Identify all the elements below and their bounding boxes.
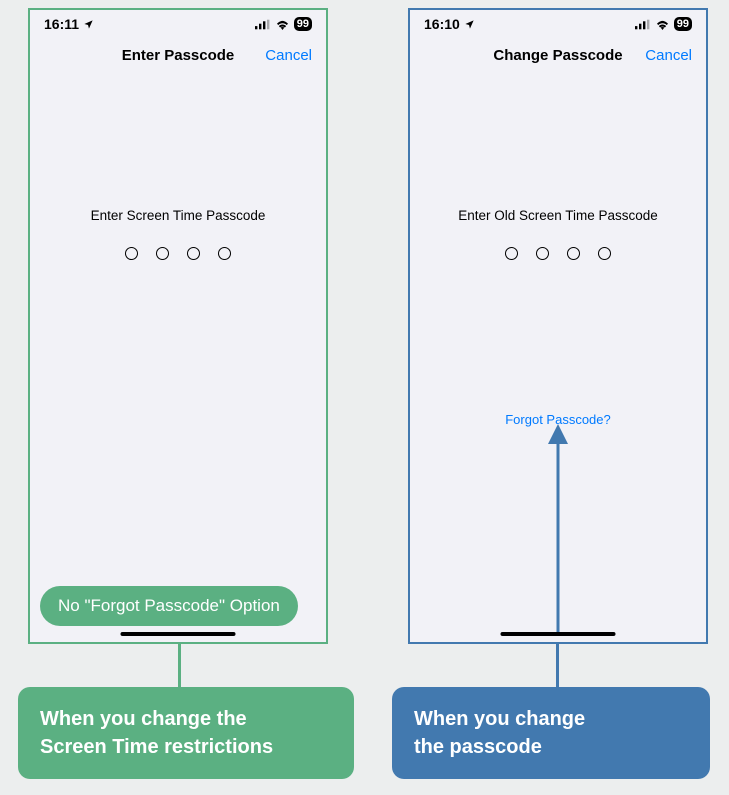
battery-badge: 99 [674,17,692,31]
phone-enter-passcode: 16:11 99 Enter Passcode Cancel Enter Scr… [28,8,328,644]
status-time: 16:10 [424,16,460,32]
passcode-dot [567,247,580,260]
passcode-dot [598,247,611,260]
cancel-button[interactable]: Cancel [645,47,692,64]
battery-level: 99 [677,18,689,30]
caption-line: When you change the [40,705,332,733]
passcode-dot [187,247,200,260]
wifi-icon [275,19,290,30]
home-indicator[interactable] [501,632,616,636]
status-bar: 16:11 99 [30,10,326,34]
passcode-dots[interactable] [30,247,326,260]
arrow-up-icon [546,424,570,632]
passcode-dots[interactable] [410,247,706,260]
wifi-icon [655,19,670,30]
caption-right: When you change the passcode [392,687,710,779]
status-right: 99 [635,17,692,31]
nav-bar: Enter Passcode Cancel [30,34,326,76]
passcode-prompt: Enter Screen Time Passcode [30,208,326,223]
passcode-dot [505,247,518,260]
connector-line-right [556,644,559,691]
nav-title: Change Passcode [493,47,622,64]
battery-level: 99 [297,18,309,30]
passcode-prompt: Enter Old Screen Time Passcode [410,208,706,223]
battery-badge: 99 [294,17,312,31]
nav-bar: Change Passcode Cancel [410,34,706,76]
annotation-pill: No "Forgot Passcode" Option [40,586,298,626]
cancel-button[interactable]: Cancel [265,47,312,64]
passcode-content: Enter Screen Time Passcode [30,208,326,260]
status-left: 16:10 [424,16,475,32]
signal-icon [255,19,271,30]
passcode-dot [536,247,549,260]
nav-title: Enter Passcode [122,47,235,64]
connector-line-left [178,644,181,691]
caption-line: the passcode [414,733,688,761]
caption-line: When you change [414,705,688,733]
location-icon [83,19,94,30]
location-icon [464,19,475,30]
passcode-dot [218,247,231,260]
caption-left: When you change the Screen Time restrict… [18,687,354,779]
status-time: 16:11 [44,16,79,32]
status-right: 99 [255,17,312,31]
status-left: 16:11 [44,16,94,32]
passcode-content: Enter Old Screen Time Passcode [410,208,706,260]
home-indicator[interactable] [121,632,236,636]
caption-line: Screen Time restrictions [40,733,332,761]
signal-icon [635,19,651,30]
passcode-dot [125,247,138,260]
status-bar: 16:10 99 [410,10,706,34]
passcode-dot [156,247,169,260]
